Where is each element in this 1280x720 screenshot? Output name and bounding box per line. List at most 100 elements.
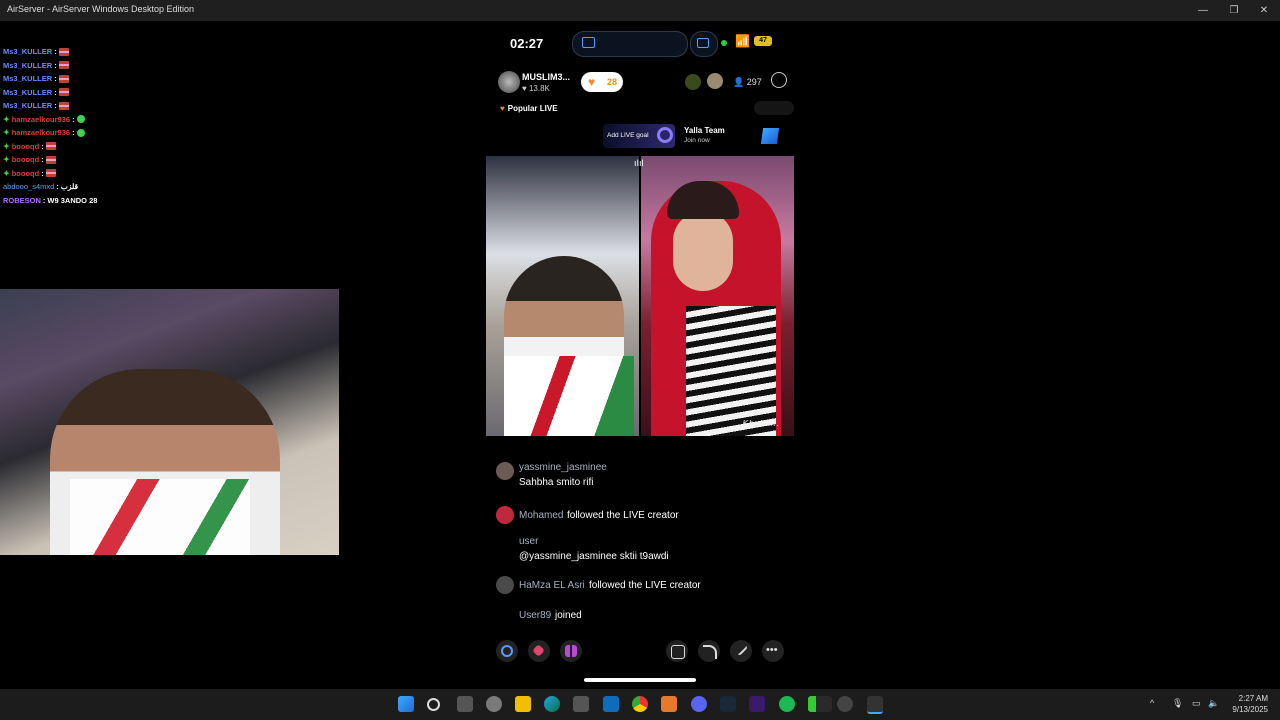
feed-username[interactable]: HaMza EL Asri [519,580,585,591]
discord-icon[interactable] [691,696,707,712]
obs-icon[interactable] [837,696,853,712]
chat-line: abdooo_s4mxd: قلزب [3,180,203,194]
network-icon[interactable]: ▭ [1192,698,1201,709]
feed-message: joined [555,610,582,621]
viewer-avatar[interactable] [685,74,701,90]
follow-count: 28 [606,77,617,87]
yalla-team-banner[interactable]: Yalla Team Join now [684,126,725,144]
taskbar: ^ 🎙 ▭ 🔈 2:27 AM 9/13/2025 [0,689,1280,720]
follow-button[interactable]: ♥ 28 [581,72,623,92]
chat-username[interactable]: Ms3_KULLER [3,88,52,97]
yalla-title: Yalla Team [684,126,725,135]
chat-separator: : [42,195,46,205]
heart-icon: ♥ [500,104,505,113]
host-name[interactable]: MUSLIM3... [522,72,570,82]
screen-share-pill[interactable] [572,31,688,57]
power-icon[interactable] [771,72,787,88]
viewer-avatar[interactable] [707,73,723,89]
settings-icon[interactable] [486,696,502,712]
play-icon[interactable] [808,696,832,712]
minimize-button[interactable]: — [1187,0,1219,21]
file-explorer-icon[interactable] [515,696,531,712]
flag-icon [58,101,69,110]
steam-icon[interactable] [720,696,736,712]
live-goal-button[interactable]: Add LIVE goal [603,124,675,148]
chat-username[interactable]: ROBESON [3,196,41,205]
status-clock: 02:27 [510,36,544,51]
chat-separator: : [54,47,57,57]
multiwindow-pill[interactable] [690,31,718,57]
chat-overlay: Ms3_KULLER: Ms3_KULLER: Ms3_KULLER: Ms3_KUL… [3,45,203,207]
app-icon[interactable] [661,696,677,712]
kick-icon[interactable] [749,696,765,712]
bottom-toolbar: ••• [486,638,794,666]
close-button[interactable]: ✕ [1248,0,1280,21]
star-icon: ✦ [3,128,10,138]
status-bar: 02:27 📶 47 [486,30,794,57]
maximize-button[interactable]: ❐ [1218,0,1250,21]
feed-username[interactable]: user [519,536,538,547]
host-likes: ♥ 13.8K [522,84,550,93]
match-icon[interactable] [528,640,550,662]
chat-line: Ms3_KULLER: [3,45,203,59]
volume-icon[interactable]: 🔈 [1208,698,1219,709]
chrome-icon[interactable] [632,696,648,712]
guest-video-left[interactable] [486,156,639,436]
wifi-icon: 📶 [735,34,750,48]
chat-line: ✦ hamzaelkour936: [3,126,203,140]
guest-video-right[interactable]: Khokh... [641,156,794,436]
system-clock[interactable]: 2:27 AM 9/13/2025 [1226,693,1268,715]
window-icon [697,38,709,48]
chat-username[interactable]: hamzaelkour936 [12,115,70,124]
chat-username[interactable]: Ms3_KULLER [3,61,52,70]
feed-avatar[interactable] [496,462,514,480]
more-icon[interactable]: ••• [762,640,784,662]
feed-username[interactable]: yassmine_jasminee [519,462,607,473]
edit-icon[interactable] [730,640,752,662]
chat-username[interactable]: hamzaelkour936 [12,128,70,137]
outlook-icon[interactable] [603,696,619,712]
chat-username[interactable]: boooqd [12,142,40,151]
chat-username[interactable]: Ms3_KULLER [3,47,52,56]
chat-username[interactable]: abdooo_s4mxd [3,182,54,191]
yalla-logo-icon[interactable] [760,128,780,144]
microphone-icon[interactable]: 🎙 [1172,698,1183,709]
popular-live-link[interactable]: ♥ Popular LIVE [500,104,558,113]
apps-grid-icon[interactable] [560,640,582,662]
spotify-icon[interactable] [779,696,795,712]
airserver-icon[interactable] [867,696,883,714]
host-avatar[interactable] [498,71,520,93]
viewer-count-value: 297 [746,77,762,87]
audio-wave-icon: ıIıl [634,158,644,168]
feed-message: @yassmine_jasminee sktii t9awdi [519,551,669,562]
feed-avatar[interactable] [496,506,514,524]
chat-username[interactable]: boooqd [12,155,40,164]
search-icon[interactable] [427,698,440,711]
edge-icon[interactable] [544,696,560,712]
feed-username[interactable]: User89 [519,610,551,621]
link-icon[interactable] [496,640,518,662]
battery-icon: 47 [754,36,772,46]
home-pill-button[interactable] [754,101,794,115]
chat-line: Ms3_KULLER: [3,59,203,73]
guest-face [673,211,733,291]
chat-username[interactable]: boooqd [12,169,40,178]
window-title: AirServer - AirServer Windows Desktop Ed… [7,4,195,14]
feed-avatar[interactable] [496,576,514,594]
task-view-icon[interactable] [457,696,473,712]
feed-username[interactable]: Mohamed [519,510,563,521]
chat-separator: : [54,74,57,84]
home-indicator[interactable] [584,678,696,682]
ai-icon[interactable] [666,640,688,662]
chat-separator: : [56,182,59,192]
store-icon[interactable] [573,696,589,712]
start-icon[interactable] [398,696,414,712]
tray-chevron-icon[interactable]: ^ [1150,698,1154,708]
chat-username[interactable]: Ms3_KULLER [3,74,52,83]
share-icon[interactable] [698,640,720,662]
viewer-count[interactable]: 👤 297 [733,77,762,88]
cast-icon [582,37,595,48]
chat-separator: : [41,168,44,178]
chat-username[interactable]: Ms3_KULLER [3,101,52,110]
flag-icon [58,61,69,70]
